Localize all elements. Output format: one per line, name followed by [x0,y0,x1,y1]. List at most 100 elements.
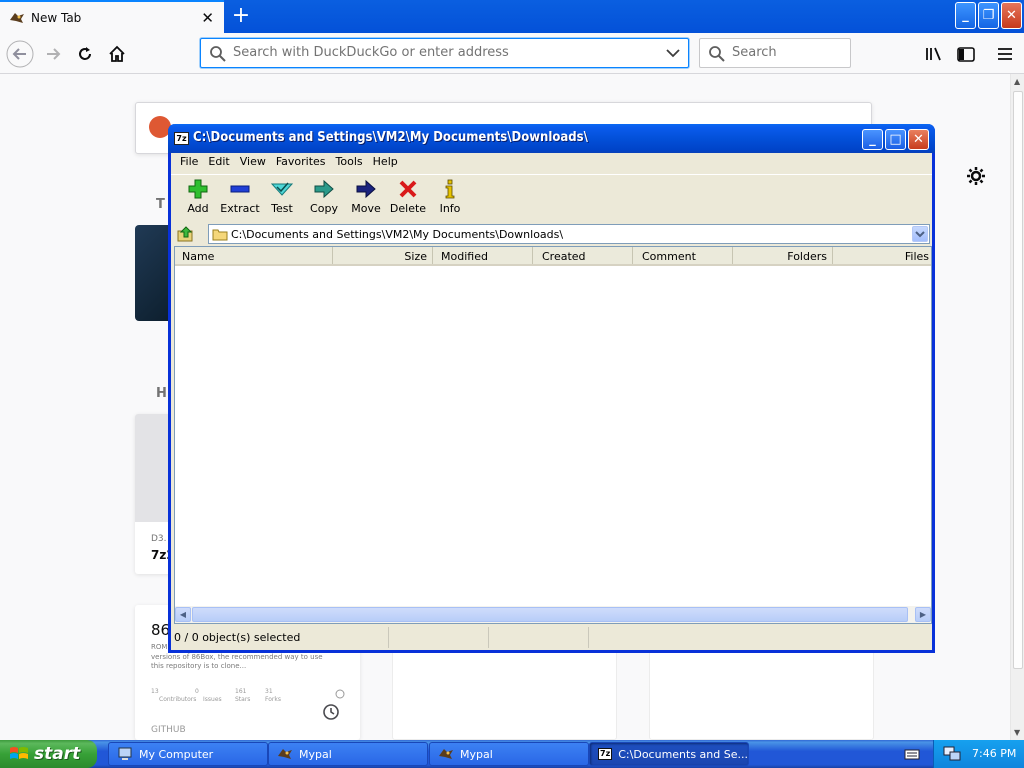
scrollbar-thumb[interactable] [192,607,908,622]
7zip-window: 7z C:\Documents and Settings\VM2\My Docu… [168,124,935,653]
top-sites-heading: T [156,197,165,212]
issues-count: 0 [195,688,199,695]
taskbar-item-label: My Computer [139,747,214,761]
menu-help[interactable]: Help [368,153,403,172]
column-files[interactable]: Files [833,247,931,264]
move-button[interactable]: Move [345,175,387,221]
restore-button[interactable]: ❐ [978,2,999,29]
issues-label: Issues [203,696,222,703]
tab-new-tab[interactable]: New Tab ✕ [0,0,224,33]
scroll-left-icon[interactable]: ◀ [175,607,191,622]
column-size[interactable]: Size [333,247,433,264]
info-label: Info [439,202,461,215]
close-icon: ✕ [913,132,924,147]
hamburger-menu-icon [998,48,1012,60]
search-input[interactable] [732,45,844,60]
menu-button[interactable] [991,40,1019,68]
page-scrollbar[interactable]: ▲ ▼ [1010,74,1024,740]
clock-icon [318,699,344,725]
new-tab-button[interactable]: + [230,2,252,30]
list-header: Name Size Modified Created Comment Folde… [175,247,931,266]
address-bar[interactable] [200,38,689,68]
column-comment[interactable]: Comment [633,247,733,264]
plus-icon [188,179,208,199]
folder-up-icon [177,226,193,242]
path-dropdown-button[interactable] [912,226,928,242]
menu-edit[interactable]: Edit [203,153,234,172]
folder-up-button[interactable] [175,223,197,245]
taskbar-item-my-computer[interactable]: My Computer [108,742,268,766]
column-modified[interactable]: Modified [433,247,533,264]
column-folders[interactable]: Folders [733,247,833,264]
home-button[interactable] [103,40,131,68]
file-list[interactable]: Name Size Modified Created Comment Folde… [174,246,932,624]
extract-button[interactable]: Extract [219,175,261,221]
top-site-tile[interactable] [135,225,171,321]
path-combobox[interactable]: C:\Documents and Settings\VM2\My Documen… [208,224,930,244]
computer-icon [118,747,132,760]
status-panel [589,627,929,648]
start-label: start [34,744,81,764]
contributors-count: 13 [151,688,159,695]
chevron-down-icon[interactable] [666,48,680,58]
library-button[interactable] [920,40,948,68]
network-icon[interactable] [943,746,961,762]
close-window-button[interactable]: ✕ [1001,2,1022,29]
taskbar-item-label: Mypal [460,747,493,761]
contributors-label: Contributors [159,696,197,703]
mypal-icon [278,749,292,759]
reload-icon [79,47,91,60]
horizontal-scrollbar[interactable]: ◀ ▶ [175,606,931,623]
tab-title: New Tab [31,10,82,25]
maximize-button[interactable]: □ [885,129,906,150]
keyboard-icon[interactable] [904,747,920,761]
search-icon [210,46,226,62]
taskbar-item-mypal[interactable]: Mypal [268,742,428,766]
search-bar[interactable] [699,38,851,68]
url-input[interactable] [233,45,653,60]
minimize-icon: _ [962,8,969,23]
close-button[interactable]: ✕ [908,129,929,150]
window-titlebar[interactable]: 7z C:\Documents and Settings\VM2\My Docu… [168,124,935,153]
back-button[interactable] [6,40,34,68]
menu-view[interactable]: View [235,153,271,172]
taskbar: start My Computer Mypal Mypal 7z C:\Docu… [0,740,1024,768]
delete-x-icon [399,180,417,198]
column-name[interactable]: Name [175,247,333,264]
taskbar-item-7zip[interactable]: 7z C:\Documents and Se... [589,742,749,766]
test-label: Test [271,202,293,215]
test-button[interactable]: Test [261,175,303,221]
info-button[interactable]: Info [429,175,471,221]
menu-file[interactable]: File [175,153,203,172]
delete-button[interactable]: Delete [387,175,429,221]
minus-icon [230,185,250,193]
sidebar-button[interactable] [952,40,980,68]
menu-tools[interactable]: Tools [331,153,368,172]
back-arrow-icon [6,40,34,68]
move-label: Move [351,202,381,215]
status-selection: 0 / 0 object(s) selected [171,627,389,648]
clock[interactable]: 7:46 PM [972,747,1016,760]
forward-button[interactable] [39,40,67,68]
forward-arrow-icon [47,48,61,60]
column-created[interactable]: Created [533,247,633,264]
scroll-down-icon[interactable]: ▼ [1014,728,1020,737]
copy-button[interactable]: Copy [303,175,345,221]
taskbar-item-mypal[interactable]: Mypal [429,742,589,766]
scroll-right-icon[interactable]: ▶ [915,607,931,622]
add-button[interactable]: Add [177,175,219,221]
library-icon [926,47,941,61]
status-panel [389,627,489,648]
delete-label: Delete [389,202,427,215]
tab-close-icon[interactable]: ✕ [201,9,214,27]
scroll-up-icon[interactable]: ▲ [1014,77,1020,86]
sidebar-icon [957,46,975,62]
gear-icon[interactable] [966,166,986,186]
mypal-icon [439,749,453,759]
minimize-button[interactable]: _ [955,2,976,29]
scrollbar-thumb[interactable] [1013,91,1023,669]
menu-favorites[interactable]: Favorites [271,153,331,172]
reload-button[interactable] [71,40,99,68]
minimize-button[interactable]: _ [862,129,883,150]
start-button[interactable]: start [0,740,97,768]
